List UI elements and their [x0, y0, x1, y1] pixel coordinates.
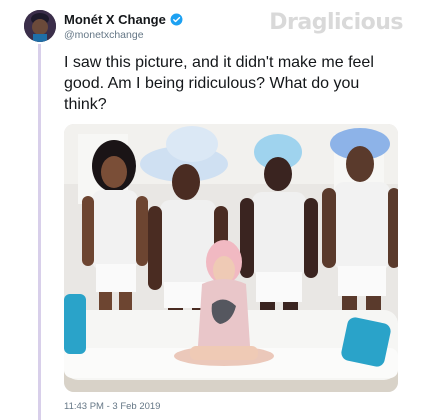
tweet-text: I saw this picture, and it didn't make m… [64, 54, 374, 113]
tweet-header: Monét X Change @monetxchange [64, 12, 183, 41]
avatar[interactable] [24, 10, 56, 42]
verified-badge-icon [170, 13, 183, 26]
author-handle[interactable]: @monetxchange [64, 29, 183, 41]
watermark-logo: Draglicious [269, 10, 403, 35]
tweet-photo[interactable] [64, 124, 398, 392]
author-name[interactable]: Monét X Change [64, 12, 166, 27]
tweet-timestamp[interactable]: 11:43 PM - 3 Feb 2019 [64, 401, 160, 412]
thread-line [38, 44, 41, 420]
